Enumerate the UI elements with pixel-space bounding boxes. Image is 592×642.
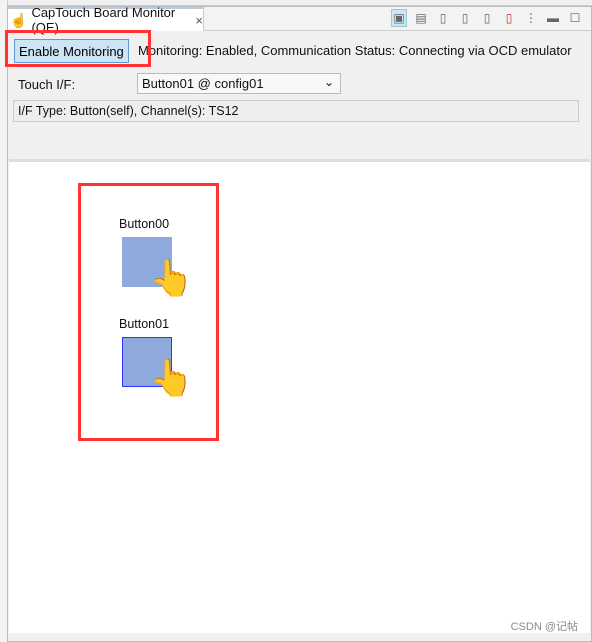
tab-captouch-monitor[interactable]: ☝ CapTouch Board Monitor (QE) × — [8, 5, 204, 35]
chart-icon[interactable]: ▤ — [413, 9, 429, 27]
tab-bar: ☝ CapTouch Board Monitor (QE) × ▣ ▤ ▯ ▯ … — [8, 5, 591, 35]
monitoring-status: Monitoring: Enabled, Communication Statu… — [138, 43, 572, 58]
view-toolbar: ▣ ▤ ▯ ▯ ▯ ▯ ⋮ ▬ ☐ — [391, 9, 583, 27]
minimize-icon[interactable]: ▬ — [545, 9, 561, 27]
touch-if-value: Button01 @ config01 — [142, 76, 264, 91]
touch-if-select[interactable]: Button01 @ config01 ⌄ — [137, 73, 341, 94]
highlight-box — [78, 183, 219, 441]
captouch-hand-icon: ☝ — [10, 11, 28, 28]
if-info: I/F Type: Button(self), Channel(s): TS12 — [13, 100, 579, 122]
more-icon[interactable]: ⋮ — [523, 9, 539, 27]
highlight-box — [5, 30, 151, 67]
close-icon[interactable]: × — [195, 13, 203, 28]
maximize-icon[interactable]: ☐ — [567, 9, 583, 27]
monitor-icon[interactable]: ▣ — [391, 9, 407, 27]
watermark: CSDN @记帖 — [510, 621, 578, 633]
touch-if-label: Touch I/F: — [18, 77, 76, 92]
chevron-down-icon: ⌄ — [323, 75, 334, 89]
doc-pause-icon[interactable]: ▯ — [479, 9, 495, 27]
doc-record-icon[interactable]: ▯ — [501, 9, 517, 27]
doc-arrow-icon[interactable]: ▯ — [435, 9, 451, 27]
doc-stop-icon[interactable]: ▯ — [457, 9, 473, 27]
